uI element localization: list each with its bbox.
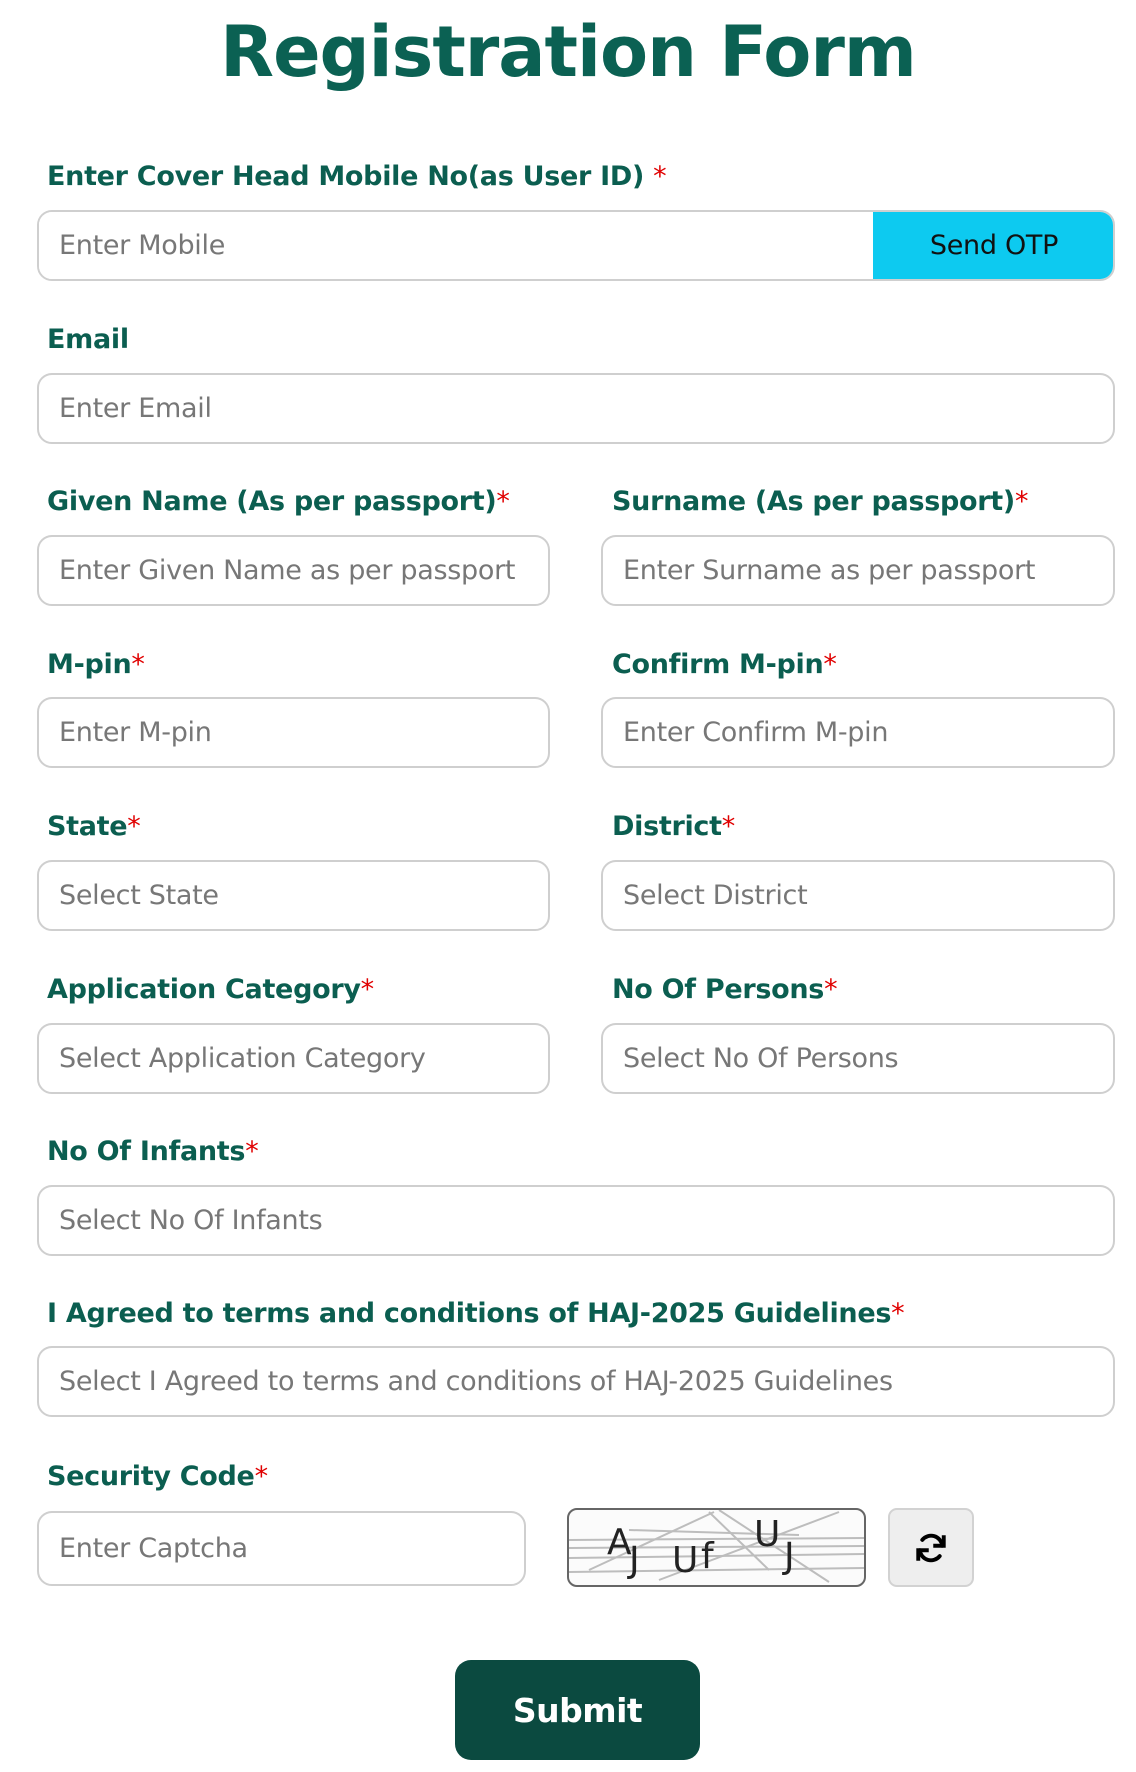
state-label-text: State — [47, 811, 128, 842]
mpin-input[interactable] — [59, 717, 528, 748]
no-of-persons-select-value: Select No Of Persons — [623, 1043, 899, 1074]
district-select[interactable]: Select District — [601, 860, 1115, 931]
confirm-mpin-label: Confirm M-pin* — [612, 648, 837, 682]
captcha-graphic: A J U f U J — [569, 1510, 864, 1583]
required-asterisk: * — [245, 1136, 259, 1167]
required-asterisk: * — [360, 974, 375, 1005]
given-name-field[interactable] — [37, 535, 550, 606]
agreement-label: I Agreed to terms and conditions of HAJ-… — [47, 1297, 905, 1331]
application-category-label: Application Category* — [47, 973, 374, 1007]
mpin-label: M-pin* — [47, 648, 145, 682]
submit-button[interactable]: Submit — [455, 1660, 700, 1760]
confirm-mpin-input[interactable] — [623, 717, 1093, 748]
required-asterisk: * — [131, 649, 145, 680]
agreement-select-value: Select I Agreed to terms and conditions … — [59, 1366, 893, 1397]
required-asterisk: * — [823, 649, 837, 680]
confirm-mpin-label-text: Confirm M-pin — [612, 649, 824, 680]
required-asterisk: * — [721, 811, 736, 842]
no-of-persons-label: No Of Persons* — [612, 973, 838, 1007]
district-label: District* — [612, 810, 735, 844]
state-select[interactable]: Select State — [37, 860, 550, 931]
required-asterisk: * — [254, 1461, 269, 1492]
required-asterisk: * — [1014, 486, 1029, 517]
mobile-input-group: Send OTP — [37, 210, 1115, 281]
captcha-char: U — [672, 1540, 698, 1581]
mpin-label-text: M-pin — [47, 649, 132, 680]
mobile-label: Enter Cover Head Mobile No(as User ID) * — [47, 160, 667, 194]
no-of-persons-label-text: No Of Persons — [612, 974, 825, 1005]
no-of-infants-select[interactable]: Select No Of Infants — [37, 1185, 1115, 1256]
agreement-label-text: I Agreed to terms and conditions of HAJ-… — [47, 1298, 892, 1329]
captcha-field[interactable] — [37, 1511, 526, 1586]
no-of-persons-select[interactable]: Select No Of Persons — [601, 1023, 1115, 1094]
state-label: State* — [47, 810, 141, 844]
mpin-field[interactable] — [37, 697, 550, 768]
email-label-text: Email — [47, 324, 129, 355]
application-category-select-value: Select Application Category — [59, 1043, 426, 1074]
application-category-label-text: Application Category — [47, 974, 361, 1005]
captcha-image: A J U f U J — [567, 1508, 866, 1587]
no-of-infants-label: No Of Infants* — [47, 1135, 259, 1169]
required-asterisk: * — [891, 1298, 905, 1329]
required-asterisk: * — [824, 974, 838, 1005]
mobile-label-text: Enter Cover Head Mobile No(as User ID) — [47, 161, 654, 192]
given-name-label-text: Given Name (As per passport) — [47, 486, 497, 517]
captcha-input[interactable] — [59, 1533, 504, 1564]
email-input[interactable] — [59, 393, 1093, 424]
required-asterisk: * — [653, 161, 667, 192]
required-asterisk: * — [127, 811, 141, 842]
confirm-mpin-field[interactable] — [601, 697, 1115, 768]
required-asterisk: * — [496, 486, 510, 517]
no-of-infants-label-text: No Of Infants — [47, 1136, 246, 1167]
no-of-infants-select-value: Select No Of Infants — [59, 1205, 323, 1236]
sync-icon — [916, 1533, 946, 1562]
surname-input[interactable] — [623, 555, 1093, 586]
page-title: Registration Form — [220, 11, 917, 93]
captcha-char: f — [701, 1536, 715, 1577]
send-otp-button[interactable]: Send OTP — [873, 212, 1113, 279]
email-field[interactable] — [37, 373, 1115, 444]
email-label: Email — [47, 323, 129, 357]
refresh-captcha-button[interactable] — [888, 1508, 974, 1587]
surname-label-text: Surname (As per passport) — [612, 486, 1015, 517]
state-select-value: Select State — [59, 880, 219, 911]
captcha-char: U — [754, 1514, 780, 1555]
given-name-input[interactable] — [59, 555, 528, 586]
mobile-input[interactable] — [39, 212, 873, 279]
security-code-label: Security Code* — [47, 1460, 268, 1494]
agreement-select[interactable]: Select I Agreed to terms and conditions … — [37, 1346, 1115, 1417]
captcha-text: A J U f U J — [607, 1514, 795, 1581]
surname-label: Surname (As per passport)* — [612, 485, 1028, 519]
captcha-char: J — [782, 1536, 795, 1577]
given-name-label: Given Name (As per passport)* — [47, 485, 510, 519]
captcha-char: J — [627, 1540, 640, 1581]
security-code-label-text: Security Code — [47, 1461, 255, 1492]
district-label-text: District — [612, 811, 722, 842]
surname-field[interactable] — [601, 535, 1115, 606]
district-select-value: Select District — [623, 880, 808, 911]
application-category-select[interactable]: Select Application Category — [37, 1023, 550, 1094]
